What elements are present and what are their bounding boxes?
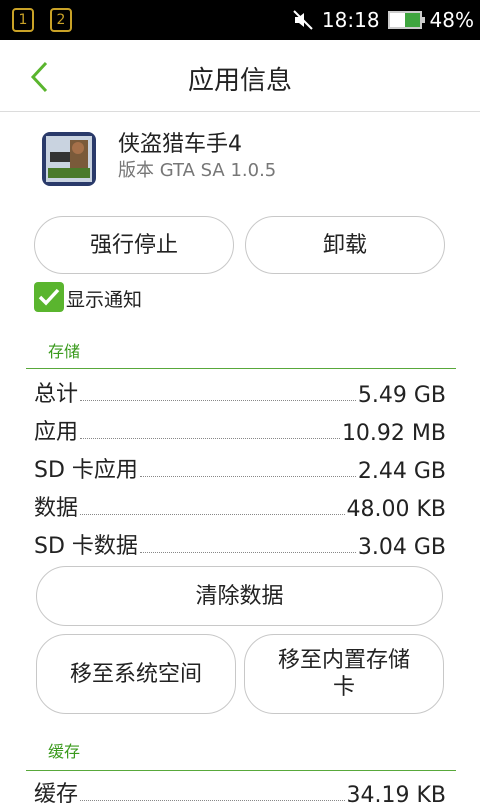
force-stop-button[interactable]: 强行停止: [34, 216, 234, 274]
move-to-internal-storage-button[interactable]: 移至内置存储卡: [244, 634, 444, 714]
clear-data-button[interactable]: 清除数据: [36, 566, 443, 626]
cache-row-value: 34.19 KB: [346, 783, 447, 808]
move-to-system-button[interactable]: 移至系统空间: [36, 634, 236, 714]
storage-row-label: 应用: [34, 420, 79, 445]
notification-count: 1: [18, 12, 28, 28]
storage-row: 数据 48.00 KB: [34, 490, 446, 522]
status-bar: 1 2 18:18 48%: [0, 0, 480, 40]
app-version: 版本 GTA SA 1.0.5: [118, 160, 277, 181]
show-notifications-label: 显示通知: [66, 289, 143, 311]
title-bar: 应用信息: [0, 40, 480, 112]
storage-row-value: 3.04 GB: [357, 535, 446, 560]
storage-row: SD 卡数据 3.04 GB: [34, 528, 446, 560]
storage-row-label: 总计: [34, 382, 79, 407]
divider: [26, 770, 456, 771]
storage-row-value: 5.49 GB: [357, 383, 446, 408]
clock: 18:18: [321, 8, 380, 32]
leader-dots: [80, 514, 345, 515]
cache-row-label: 缓存: [34, 782, 79, 807]
leader-dots: [80, 400, 356, 401]
storage-row-label: 数据: [34, 496, 79, 521]
storage-row-value: 48.00 KB: [346, 497, 447, 522]
show-notifications-checkbox[interactable]: [34, 282, 64, 312]
storage-row-value: 10.92 MB: [341, 421, 446, 446]
page-title: 应用信息: [187, 66, 292, 96]
divider: [26, 368, 456, 369]
app-name: 侠盗猎车手4: [118, 132, 242, 157]
leader-dots: [139, 552, 356, 553]
battery-icon: [387, 11, 425, 29]
storage-row: SD 卡应用 2.44 GB: [34, 452, 446, 484]
battery-level: [405, 13, 420, 27]
notification-count: 2: [56, 12, 66, 28]
battery-percent: 48%: [429, 8, 474, 32]
notification-icon: 2: [50, 8, 72, 32]
storage-row-label: SD 卡数据: [34, 534, 138, 559]
storage-row-label: SD 卡应用: [34, 458, 138, 483]
app-icon: [42, 132, 96, 186]
leader-dots: [80, 438, 340, 439]
check-icon: [38, 288, 60, 306]
storage-section-title: 存储: [48, 342, 81, 361]
cache-section-title: 缓存: [48, 742, 81, 761]
cache-row: 缓存 34.19 KB: [34, 776, 446, 808]
storage-row: 总计 5.49 GB: [34, 376, 446, 408]
storage-row-value: 2.44 GB: [357, 459, 446, 484]
leader-dots: [139, 476, 356, 477]
uninstall-button[interactable]: 卸载: [245, 216, 445, 274]
mute-icon: [293, 10, 313, 30]
storage-row: 应用 10.92 MB: [34, 414, 446, 446]
notification-icon: 1: [12, 8, 34, 32]
leader-dots: [80, 800, 345, 801]
